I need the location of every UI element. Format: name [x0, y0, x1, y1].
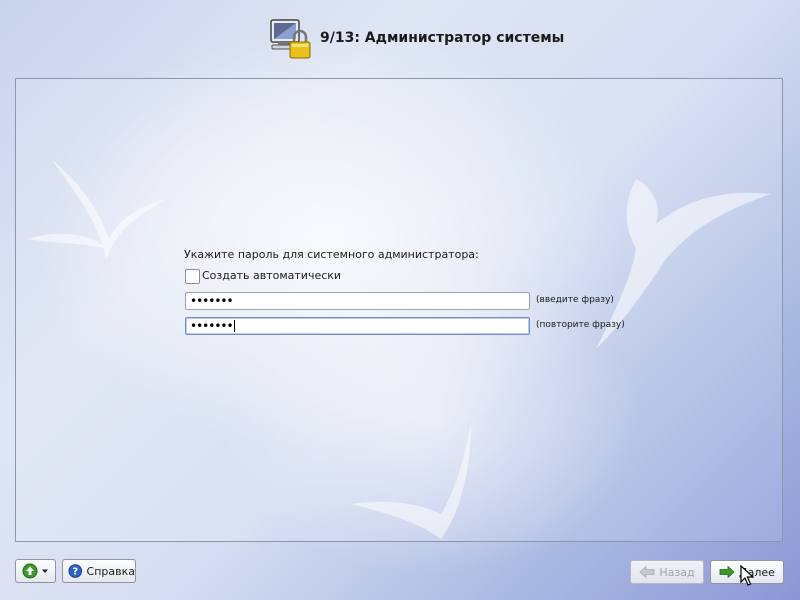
auto-generate-checkbox[interactable]	[185, 269, 200, 284]
green-up-arrow-icon	[22, 563, 38, 579]
back-button-label: Назад	[659, 565, 695, 579]
back-button[interactable]: Назад	[630, 560, 704, 584]
text-caret	[233, 320, 235, 332]
wizard-header: 9/13: Администратор системы	[0, 0, 800, 78]
help-question-icon: ?	[68, 564, 83, 578]
page-title: 9/13: Администратор системы	[320, 30, 565, 46]
arrow-left-icon	[639, 565, 655, 579]
swallow-watermark-left	[26, 159, 166, 259]
password-repeat-field[interactable]: •••••••	[185, 317, 530, 335]
mouse-pointer-icon	[740, 565, 754, 586]
chevron-down-icon	[42, 569, 48, 573]
auto-generate-label[interactable]: Создать автоматически	[202, 269, 341, 282]
password-value: •••••••	[190, 294, 234, 308]
swallow-watermark-right	[596, 179, 771, 349]
password-field[interactable]: •••••••	[185, 292, 530, 310]
password-repeat-value: •••••••	[190, 319, 234, 333]
password-hint: (введите фразу)	[536, 295, 614, 305]
svg-text:?: ?	[72, 567, 78, 578]
help-button[interactable]: ? Справка	[62, 559, 136, 583]
computer-lock-icon	[270, 19, 311, 59]
password-repeat-hint: (повторите фразу)	[536, 320, 625, 330]
password-prompt: Укажите пароль для системного администра…	[184, 248, 479, 261]
arrow-right-icon	[719, 565, 735, 579]
help-button-label: Справка	[86, 564, 135, 578]
content-panel	[15, 78, 783, 542]
swallow-watermark-bottom	[351, 424, 471, 539]
wizard-menu-button[interactable]	[15, 559, 56, 583]
